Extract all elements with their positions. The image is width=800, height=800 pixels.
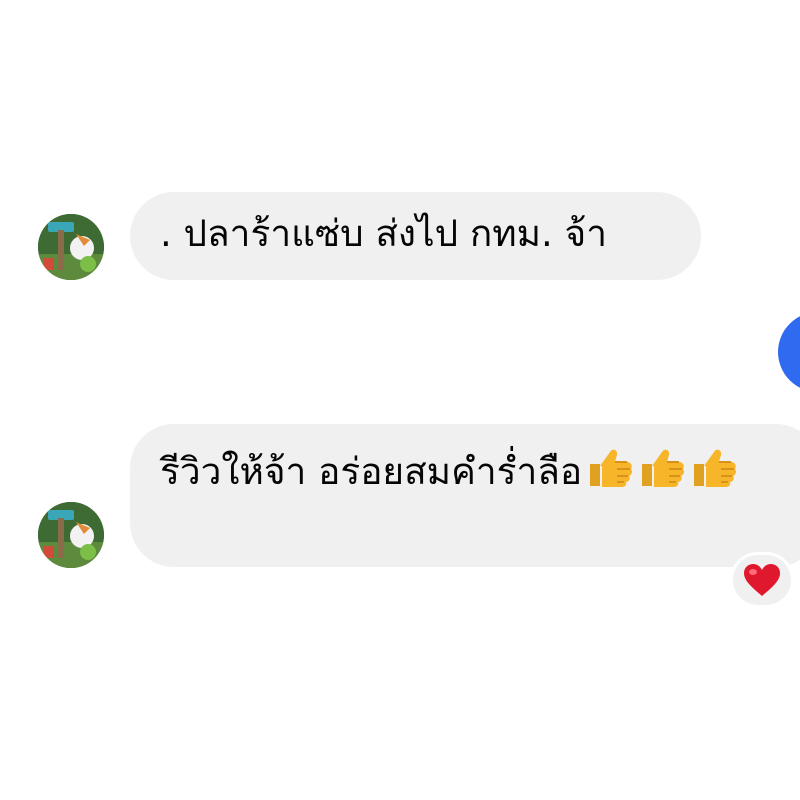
outgoing-message-bubble[interactable] xyxy=(778,312,800,392)
sender-avatar[interactable] xyxy=(38,214,104,280)
sender-avatar[interactable] xyxy=(38,502,104,568)
message-reaction[interactable] xyxy=(730,552,794,608)
profile-photo-icon xyxy=(38,214,104,280)
incoming-message-bubble[interactable]: รีวิวให้จ้า อร่อยสมคำร่ำลือ xyxy=(130,424,800,567)
thumbs-up-icon xyxy=(584,444,634,490)
chat-thread: . ปลาร้าแซ่บ ส่งไป กทม. จ้า รีวิวให้จ้า … xyxy=(0,0,800,800)
message-text: . ปลาร้าแซ่บ ส่งไป กทม. จ้า xyxy=(160,212,607,255)
profile-photo-icon xyxy=(38,502,104,568)
heart-icon xyxy=(744,564,780,596)
message-text: รีวิวให้จ้า อร่อยสมคำร่ำลือ xyxy=(160,450,583,493)
incoming-message-bubble[interactable]: . ปลาร้าแซ่บ ส่งไป กทม. จ้า xyxy=(130,192,701,280)
thumbs-up-icon xyxy=(688,444,738,490)
thumbs-up-icon xyxy=(636,444,686,490)
